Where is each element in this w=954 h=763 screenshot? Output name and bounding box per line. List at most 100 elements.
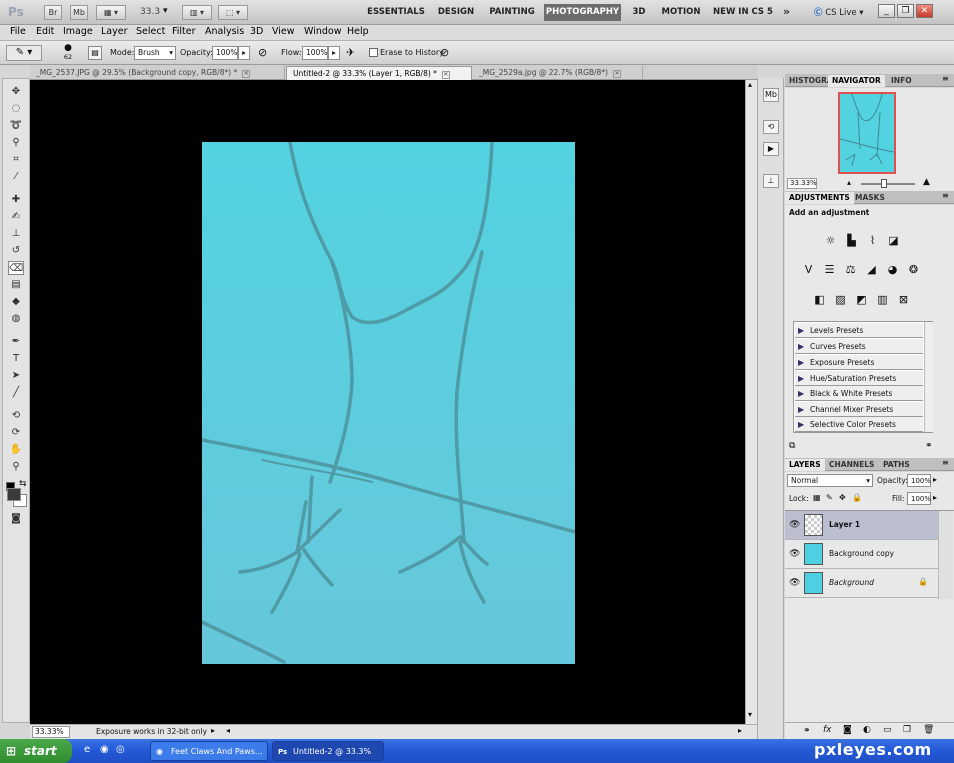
scroll-up-icon[interactable]: ▴ — [748, 80, 752, 89]
eraser-tool-icon[interactable]: ⌫ — [8, 261, 24, 275]
crop-tool-icon[interactable]: ⌗ — [8, 153, 24, 167]
navigator-zoom-slider[interactable] — [861, 183, 915, 185]
tab-paths[interactable]: PATHS — [879, 459, 914, 471]
restore-icon[interactable]: ❐ — [897, 4, 914, 18]
exposure-icon[interactable]: ◪ — [886, 234, 901, 248]
lock-all-icon[interactable]: 🔒 — [852, 493, 862, 502]
zoom-in-icon[interactable]: ▲ — [923, 177, 930, 187]
quicklaunch-media-icon[interactable]: ◎ — [116, 744, 125, 755]
preset-black-white[interactable]: ▶ Black & White Presets — [795, 386, 923, 401]
menu-view[interactable]: View — [272, 26, 295, 37]
tab-mg-2529a[interactable]: _MG_2529a.jpg @ 22.7% (RGB/8*) ✕ — [473, 66, 643, 80]
scroll-left-icon[interactable]: ◂ — [226, 726, 230, 735]
pen-tool-icon[interactable]: ✒ — [8, 335, 24, 349]
menu-analysis[interactable]: Analysis — [205, 26, 244, 37]
tool-preset-picker[interactable]: ✎ ▾ — [6, 45, 42, 61]
link-layers-icon[interactable]: ⚭ — [803, 726, 811, 736]
zoom-tool-icon[interactable]: ⚲ — [8, 460, 24, 474]
tab-channels[interactable]: CHANNELS — [825, 459, 878, 471]
threshold-icon[interactable]: ◩ — [854, 293, 869, 307]
close-tab-icon[interactable]: ✕ — [441, 71, 450, 79]
brightness-contrast-icon[interactable]: ☼ — [823, 234, 838, 248]
layer-opacity-input[interactable]: 100% — [907, 474, 931, 487]
tab-mg-2537[interactable]: _MG_2537.JPG @ 29.5% (Background copy, R… — [30, 66, 285, 80]
quick-selection-tool-icon[interactable]: ⚲ — [8, 136, 24, 150]
adjustment-options-icon[interactable]: ⚭ — [925, 441, 933, 451]
vertical-scrollbar[interactable]: ▴ ▾ — [745, 80, 757, 724]
tab-adjustments[interactable]: ADJUSTMENTS — [785, 192, 854, 204]
lock-image-icon[interactable]: ✎ — [826, 493, 833, 502]
status-menu-icon[interactable]: ▸ — [211, 726, 215, 735]
menu-image[interactable]: Image — [63, 26, 93, 37]
workspace-painting[interactable]: PAINTING — [484, 4, 540, 21]
eyedropper-tool-icon[interactable]: ⁄ — [8, 170, 24, 184]
brush-tool-icon[interactable]: ✍ — [8, 210, 24, 224]
add-mask-icon[interactable]: ◙ — [843, 725, 852, 735]
flow-slider-button[interactable]: ▸ — [328, 46, 340, 60]
preset-channel-mixer[interactable]: ▶ Channel Mixer Presets — [795, 402, 923, 417]
history-brush-tool-icon[interactable]: ↺ — [8, 244, 24, 258]
erase-to-history-checkbox[interactable] — [369, 48, 378, 57]
start-button[interactable]: ⊞ start — [0, 739, 72, 763]
panel-menu-icon[interactable]: ≡ — [942, 74, 949, 83]
visibility-eye-icon[interactable]: 👁 — [789, 549, 800, 559]
fill-slider-icon[interactable]: ▸ — [933, 493, 937, 502]
tab-masks[interactable]: MASKS — [851, 192, 889, 204]
path-selection-tool-icon[interactable]: ➤ — [8, 369, 24, 383]
menu-window[interactable]: Window — [304, 26, 341, 37]
close-tab-icon[interactable]: ✕ — [242, 70, 251, 78]
menu-edit[interactable]: Edit — [36, 26, 54, 37]
minimize-icon[interactable]: _ — [878, 4, 895, 18]
opacity-slider-button[interactable]: ▸ — [238, 46, 250, 60]
taskbar-item-chrome[interactable]: ◉ Feet Claws And Paws... — [150, 741, 268, 761]
presets-scrollbar[interactable] — [924, 322, 933, 432]
navigator-slider-thumb[interactable] — [881, 179, 887, 188]
blend-mode-select[interactable]: Normal ▾ — [787, 474, 873, 487]
screen-mode-button[interactable]: ⬚ ▾ — [218, 5, 248, 20]
image-canvas[interactable] — [202, 142, 575, 664]
invert-icon[interactable]: ◧ — [812, 293, 827, 307]
healing-brush-tool-icon[interactable]: ✚ — [8, 193, 24, 207]
selective-color-icon[interactable]: ⊠ — [896, 293, 911, 307]
type-tool-icon[interactable]: T — [8, 352, 24, 366]
scroll-right-icon[interactable]: ▸ — [738, 726, 742, 735]
workspace-essentials[interactable]: ESSENTIALS — [363, 4, 429, 21]
workspace-new-in-cs-5[interactable]: NEW IN CS 5 — [713, 4, 773, 21]
visibility-eye-icon[interactable]: 👁 — [789, 578, 800, 588]
menu-select[interactable]: Select — [136, 26, 165, 37]
opacity-input[interactable]: 100% — [212, 46, 238, 60]
menu-filter[interactable]: Filter — [172, 26, 196, 37]
layers-scrollbar[interactable] — [938, 511, 953, 599]
delete-layer-icon[interactable]: 🗑 — [923, 725, 934, 735]
new-layer-icon[interactable]: ❐ — [903, 725, 911, 735]
cs-live-button[interactable]: Ⓒ CS Live ▾ — [814, 6, 864, 18]
quicklaunch-ie-icon[interactable]: e — [84, 744, 90, 755]
color-balance-icon[interactable]: ⚖ — [843, 263, 858, 277]
lock-transparency-icon[interactable]: ▦ — [813, 493, 821, 502]
brush-preset-picker[interactable]: ● 62 — [55, 43, 81, 63]
3d-rotate-tool-icon[interactable]: ⟲ — [8, 409, 24, 423]
black-white-icon[interactable]: ◢ — [864, 263, 879, 277]
menu-file[interactable]: File — [10, 26, 26, 37]
panel-menu-icon[interactable]: ≡ — [942, 191, 949, 200]
menu-help[interactable]: Help — [347, 26, 369, 37]
taskbar-item-photoshop[interactable]: Ps Untitled-2 @ 33.3% (... — [272, 741, 384, 761]
posterize-icon[interactable]: ▨ — [833, 293, 848, 307]
clone-stamp-tool-icon[interactable]: ⊥ — [8, 227, 24, 241]
clone-source-panel-icon[interactable]: ⊥ — [763, 174, 779, 188]
zoom-level-field[interactable]: 33.3 — [140, 7, 160, 17]
close-tab-icon[interactable]: ✕ — [613, 70, 622, 78]
close-icon[interactable]: ✕ — [916, 4, 933, 18]
navigator-thumbnail[interactable] — [838, 92, 896, 174]
vibrance-icon[interactable]: V — [801, 263, 816, 277]
workspace-photography[interactable]: PHOTOGRAPHY — [544, 4, 621, 21]
zoom-out-icon[interactable]: ▴ — [847, 178, 851, 187]
preset-exposure[interactable]: ▶ Exposure Presets — [795, 355, 923, 370]
tab-layers[interactable]: LAYERS — [785, 459, 825, 471]
panel-menu-icon[interactable]: ≡ — [942, 458, 949, 467]
navigator-zoom-field[interactable]: 33.33% — [787, 178, 817, 189]
preset-hue-saturation[interactable]: ▶ Hue/Saturation Presets — [795, 371, 923, 386]
bridge-button[interactable]: Br — [44, 5, 62, 20]
view-extras-button[interactable]: ▦ ▾ — [96, 5, 126, 20]
mini-bridge-panel-icon[interactable]: Mb — [763, 88, 779, 102]
